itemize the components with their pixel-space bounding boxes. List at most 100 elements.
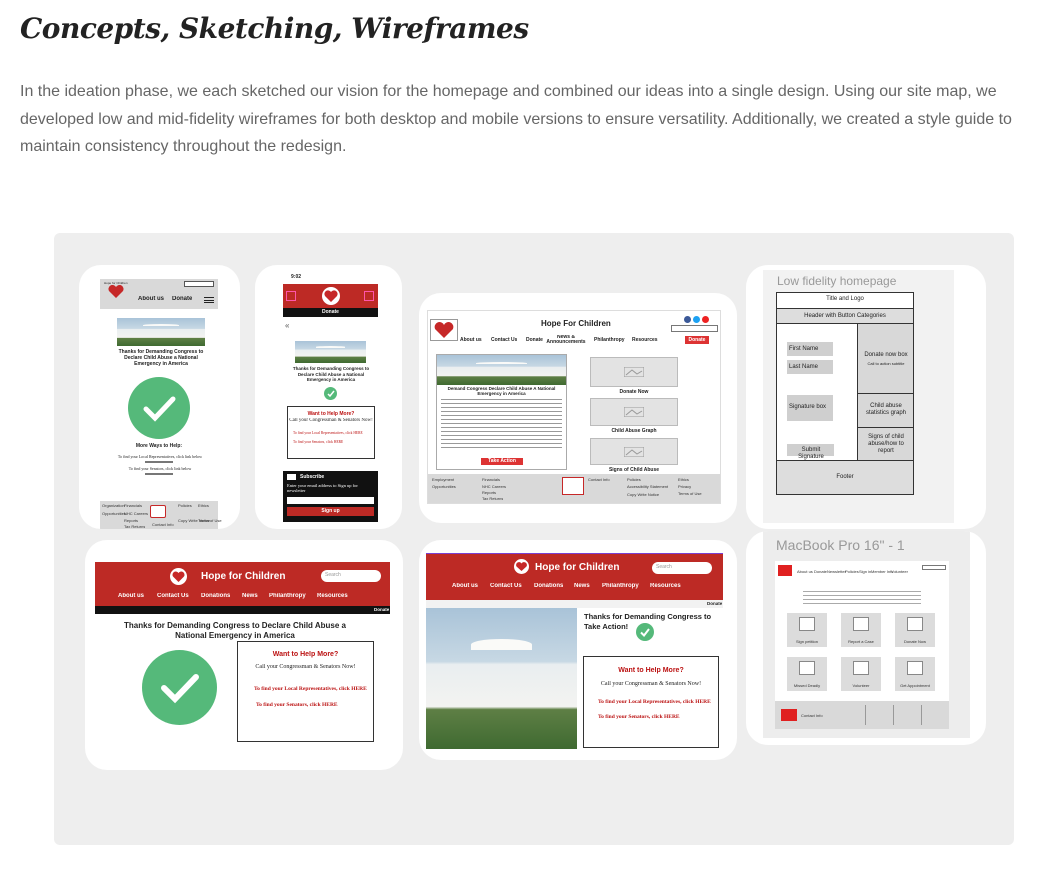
nav-about[interactable]: About us (138, 296, 164, 302)
twitter-icon[interactable] (693, 316, 700, 323)
macbook-tile[interactable]: Missed Deadly (787, 657, 827, 691)
footer-col[interactable]: Employment (432, 477, 454, 482)
macbook-wireframe[interactable]: MacBook Pro 16" - 1 About us Donate News… (746, 531, 986, 745)
footer-col[interactable]: Contact Info (152, 522, 174, 527)
macbook-search-input[interactable] (922, 565, 946, 570)
footer-col[interactable]: Tax Returns (482, 496, 503, 501)
donate-now-tile[interactable] (590, 357, 678, 387)
email-input[interactable] (287, 497, 374, 504)
nav-item[interactable]: Resources (317, 593, 348, 599)
desktop1-search-input[interactable] (671, 325, 718, 332)
senator-link[interactable]: To find your Senators, click HERE (293, 440, 373, 444)
nav-item[interactable]: Contact Us (491, 337, 517, 343)
footer-col[interactable]: Terms of Use (678, 491, 702, 496)
signup-button[interactable]: Sign up (287, 507, 374, 516)
nav-donate[interactable]: Donate (172, 296, 192, 302)
nav-item[interactable]: Newsletter (827, 569, 846, 574)
hamburger-menu-icon[interactable] (204, 297, 214, 303)
footer-col[interactable]: Ethics (198, 503, 209, 508)
footer-col[interactable]: Financials (124, 503, 142, 508)
footer-col[interactable]: Financials (482, 477, 500, 482)
footer-col[interactable]: Policies (627, 477, 641, 482)
desktop-wireframe-2[interactable]: Hope for Children Search About us Contac… (85, 540, 403, 770)
macbook-tile[interactable]: Donate Now (895, 613, 935, 647)
mobile2-header (283, 284, 378, 308)
desktop-wireframe-1[interactable]: Hope For Children About us Contact Us Do… (419, 293, 737, 523)
back-chevron-icon[interactable]: « (285, 321, 289, 330)
senator-link[interactable]: To find your Senators, click HERE (598, 714, 718, 720)
facebook-icon[interactable] (684, 316, 691, 323)
macbook-tile[interactable]: Get Appointment (895, 657, 935, 691)
macbook-footer: Contact Info (775, 701, 949, 729)
nav-item[interactable]: Resources (632, 337, 658, 343)
lowfi-wireframe[interactable]: Low fidelity homepage Title and Logo Hea… (746, 265, 986, 529)
nav-item[interactable]: Sign in (859, 569, 871, 574)
nav-item[interactable]: About us (452, 583, 478, 589)
youtube-icon[interactable] (702, 316, 709, 323)
senator-link-placeholder[interactable] (145, 473, 173, 475)
footer-col[interactable]: Copy Write Notice (627, 492, 659, 497)
nav-item[interactable]: About us (460, 337, 482, 343)
mobile2-headline: Thanks for Demanding Congress to Declare… (292, 366, 370, 382)
nav-item[interactable]: Contact Us (157, 593, 189, 599)
nav-item[interactable]: News (242, 593, 258, 599)
rep-link-placeholder[interactable] (145, 461, 173, 463)
macbook-tile[interactable]: Volunteer (841, 657, 881, 691)
footer-col[interactable]: Accessibility Statement (627, 484, 668, 489)
take-action-button[interactable]: Take Action (481, 458, 523, 465)
macbook-tile[interactable]: Sign petition (787, 613, 827, 647)
footer-col[interactable]: Organization (102, 503, 125, 508)
menu-icon[interactable] (286, 291, 296, 301)
desktop2-search-input[interactable]: Search (321, 570, 381, 582)
wireframe-board: Hope for Children About us Donate Thanks… (54, 233, 1014, 845)
nav-item[interactable]: Philanthropy (602, 583, 639, 589)
donate-link[interactable]: Donate (707, 601, 722, 606)
footer-col[interactable]: Policies (178, 503, 192, 508)
rep-link[interactable]: To find your Local Representatives, clic… (293, 431, 373, 435)
rep-link[interactable]: To find your Local Representatives, clic… (598, 699, 718, 705)
nav-item[interactable]: Donations (201, 593, 230, 599)
nav-item[interactable]: Volunteer (891, 569, 908, 574)
footer-col[interactable]: Reports (482, 490, 496, 495)
nav-item[interactable]: About us (118, 593, 144, 599)
footer-col[interactable]: Opportunities (102, 511, 126, 516)
donate-now-block[interactable] (858, 324, 913, 394)
senator-link[interactable]: To find your Senators, click HERE (256, 702, 371, 708)
nav-item[interactable]: Philanthropy (594, 337, 625, 343)
signs-of-abuse-tile[interactable] (590, 438, 678, 465)
nav-item[interactable]: Resources (650, 583, 681, 589)
desktop-wireframe-3[interactable]: Hope for Children Search About us Contac… (419, 540, 737, 760)
footer-col[interactable]: Contact Info (588, 477, 610, 482)
footer-col[interactable]: Tax Returns (124, 524, 145, 529)
footer-col[interactable]: Privacy (678, 484, 691, 489)
desktop3-search-input[interactable]: Search (652, 562, 712, 574)
nav-item[interactable]: Donate (814, 569, 827, 574)
donate-bar[interactable]: Donate (283, 308, 378, 317)
footer-col[interactable]: NHC Careers (482, 484, 506, 489)
mobile-wireframe-1[interactable]: Hope for Children About us Donate Thanks… (79, 265, 240, 529)
nav-item[interactable]: Philanthropy (269, 593, 306, 599)
nav-item[interactable]: About us (797, 569, 813, 574)
logo-heart-icon (430, 319, 458, 341)
footer-col[interactable]: Terms of Use (198, 518, 222, 523)
rep-link[interactable]: To find your Local Representatives, clic… (254, 686, 372, 692)
nav-item[interactable]: News & Announcements (546, 335, 586, 345)
nav-item[interactable]: Contact Us (490, 583, 522, 589)
child-abuse-graph-tile[interactable] (590, 398, 678, 426)
footer-col[interactable]: NHC Careers (124, 511, 148, 516)
footer-col[interactable]: Opportunities (432, 484, 456, 489)
desktop2-headline: Thanks for Demanding Congress to Declare… (124, 621, 346, 640)
nav-item[interactable]: Policies (845, 569, 859, 574)
nav-item[interactable]: Donate (526, 337, 543, 343)
nav-item[interactable]: Donations (534, 583, 563, 589)
mobile-wireframe-2[interactable]: 9:02 Donate « Thanks for Demanding Congr… (255, 265, 402, 529)
desktop1-donate-button[interactable]: Donate (685, 336, 709, 344)
footer-col[interactable]: Reports (124, 518, 138, 523)
footer-col[interactable]: Ethics (678, 477, 689, 482)
image-placeholder-icon (799, 617, 815, 631)
mobile1-search-box[interactable] (184, 281, 214, 287)
nav-item[interactable]: News (574, 583, 590, 589)
search-icon[interactable] (364, 291, 374, 301)
donate-link[interactable]: Donate (374, 607, 389, 612)
macbook-tile[interactable]: Report a Case (841, 613, 881, 647)
